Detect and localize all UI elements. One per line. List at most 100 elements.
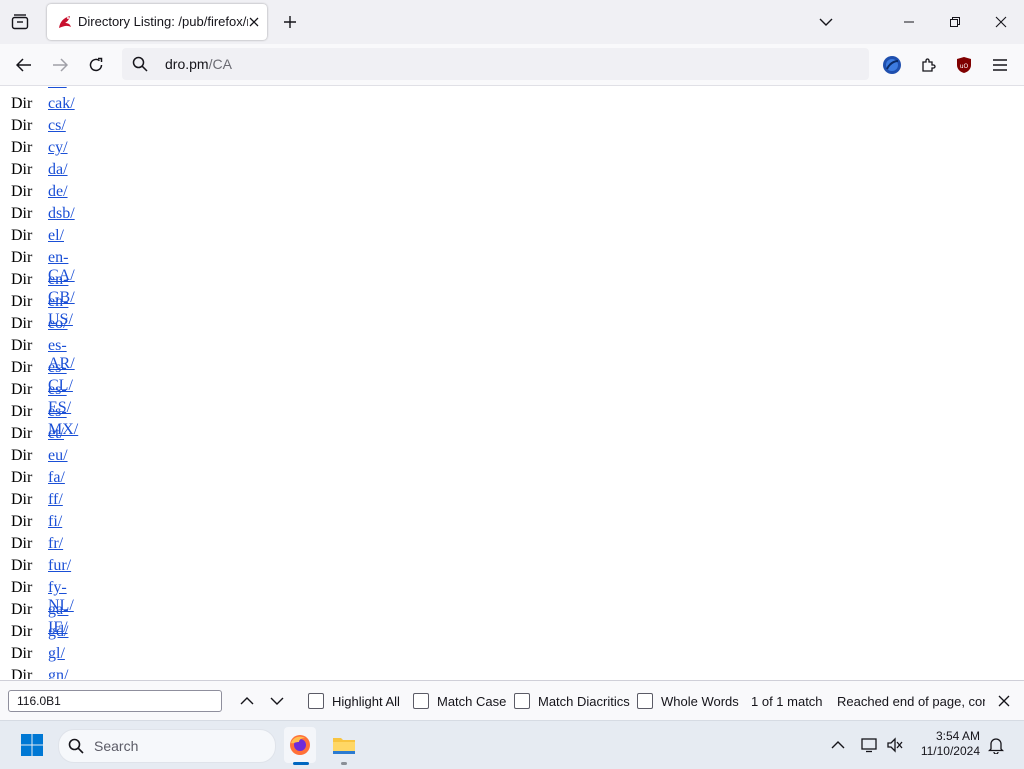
entry-type: Dir [11,139,33,156]
entry-type: Dir [11,557,33,574]
entry-type: Dir [11,315,33,332]
extensions-icon[interactable] [917,54,939,76]
url-bar[interactable]: dro.pm/CA [122,48,869,80]
windows-taskbar: Search 3:54 AM 11/10/2024 [0,720,1024,769]
close-find-bar-icon[interactable] [994,691,1014,711]
list-all-tabs-icon[interactable] [10,12,30,32]
network-icon[interactable] [859,735,879,755]
clock-time: 3:54 AM [935,729,980,743]
file-explorer-icon[interactable] [328,727,360,763]
restore-icon[interactable] [944,12,966,32]
directory-link[interactable]: cak/ [48,95,75,113]
svg-text:uO: uO [960,63,969,70]
entry-type: Dir [11,469,33,486]
entry-type: Dir [11,205,33,222]
directory-link[interactable]: fr/ [48,535,63,553]
directory-link[interactable]: gd/ [48,623,68,641]
entry-type: Dir [11,183,33,200]
url-text: dro.pm/CA [165,56,232,72]
match-diacritics-checkbox[interactable]: Match Diacritics [514,693,630,709]
highlight-all-label: Highlight All [332,693,400,709]
directory-link[interactable]: cs/ [48,117,66,135]
back-arrow-icon[interactable] [13,54,35,76]
checkbox-box [514,693,530,709]
directory-link[interactable]: cy/ [48,139,68,157]
tab-strip: Directory Listing: /pub/firefox/r [0,0,1024,44]
page-content: Dir ca/Dir cak/Dir cs/Dir cy/Dir da/Dir de/Dir… [0,86,1024,679]
entry-type: Dir [11,249,33,266]
directory-link[interactable]: eu/ [48,447,68,465]
entry-type: Dir [11,403,33,420]
taskbar-search-box[interactable]: Search [58,729,276,763]
entry-type: Dir [11,381,33,398]
find-next-icon[interactable] [267,691,287,711]
entry-type: Dir [11,447,33,464]
checkbox-box [308,693,324,709]
entry-type: Dir [11,86,32,91]
taskbar-search-placeholder: Search [94,738,139,754]
directory-link[interactable]: dsb/ [48,205,75,223]
close-tab-icon[interactable] [245,13,263,31]
find-input[interactable]: 116.0B1 [8,690,222,712]
tab-title: Directory Listing: /pub/firefox/r [78,14,248,29]
directory-link[interactable]: ca/ [48,86,67,91]
entry-type: Dir [11,117,33,134]
ublock-origin-icon[interactable]: uO [953,54,975,76]
running-app-indicator [341,762,347,765]
navigation-toolbar: dro.pm/CA uO [0,44,1024,86]
directory-link[interactable]: fi/ [48,513,62,531]
entry-type: Dir [11,667,33,679]
find-previous-icon[interactable] [237,691,257,711]
directory-link[interactable]: el/ [48,227,64,245]
entry-type: Dir [11,337,33,354]
checkbox-box [637,693,653,709]
find-notice: Reached end of page, continued from top [837,694,985,709]
minimize-icon[interactable] [898,12,920,32]
firefox-taskbar-icon[interactable] [284,727,316,763]
whole-words-checkbox[interactable]: Whole Words [637,693,739,709]
directory-link[interactable]: eo/ [48,315,68,333]
match-diacritics-label: Match Diacritics [538,693,630,709]
favicon-icon [57,14,73,30]
show-hidden-icons-icon[interactable] [828,735,848,755]
chevron-down-icon[interactable] [816,12,836,32]
entry-type: Dir [11,513,33,530]
notifications-bell-icon[interactable] [986,735,1006,755]
account-icon[interactable] [881,54,903,76]
forward-arrow-icon[interactable] [49,54,71,76]
directory-link[interactable]: fa/ [48,469,65,487]
directory-link[interactable]: fur/ [48,557,71,575]
entry-type: Dir [11,491,33,508]
entry-type: Dir [11,425,33,442]
directory-link[interactable]: ff/ [48,491,63,509]
browser-tab[interactable]: Directory Listing: /pub/firefox/r [47,4,267,40]
active-app-indicator [293,762,309,765]
directory-link[interactable]: de/ [48,183,68,201]
highlight-all-checkbox[interactable]: Highlight All [308,693,400,709]
taskbar-clock[interactable]: 3:54 AM 11/10/2024 [916,729,980,759]
reload-icon[interactable] [85,54,107,76]
new-tab-icon[interactable] [280,12,300,32]
url-host: dro.pm [165,56,209,72]
find-bar: 116.0B1 Highlight All Match Case Match D… [0,680,1024,721]
entry-type: Dir [11,359,33,376]
entry-type: Dir [11,579,33,596]
search-icon [132,56,148,72]
close-window-icon[interactable] [990,12,1012,32]
directory-link[interactable]: da/ [48,161,68,179]
entry-type: Dir [11,623,33,640]
directory-link[interactable]: et/ [48,425,64,443]
volume-muted-icon[interactable] [885,735,905,755]
windows-start-icon[interactable] [20,733,44,757]
entry-type: Dir [11,271,33,288]
url-path: /CA [208,56,232,72]
entry-type: Dir [11,535,33,552]
entry-type: Dir [11,227,33,244]
directory-link[interactable]: gn/ [48,667,68,679]
menu-hamburger-icon[interactable] [989,54,1011,76]
directory-link[interactable]: gl/ [48,645,65,663]
entry-type: Dir [11,293,33,310]
match-case-checkbox[interactable]: Match Case [413,693,506,709]
entry-type: Dir [11,161,33,178]
entry-type: Dir [11,95,33,112]
